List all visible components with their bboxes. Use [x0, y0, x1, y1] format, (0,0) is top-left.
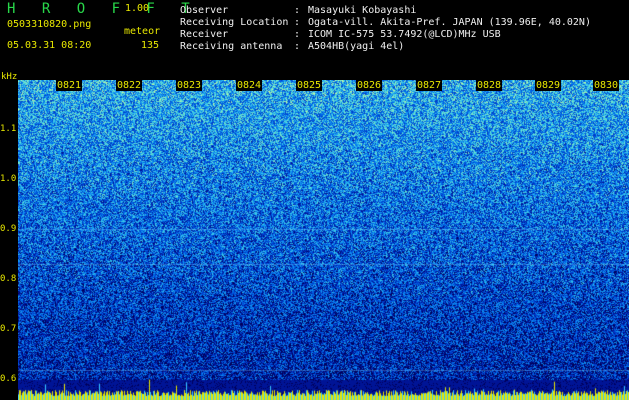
time-tick: 0822	[116, 80, 143, 91]
freq-tick: 1.1	[0, 124, 17, 134]
info-label: Receiving antenna	[180, 41, 283, 52]
info-value: ICOM IC-575 53.7492(@LCD)MHz USB	[308, 29, 501, 40]
freq-tick: 1.0	[0, 174, 17, 184]
app-title: H R O F F T	[7, 1, 199, 17]
time-tick: 0828	[476, 80, 503, 91]
time-tick: 0827	[416, 80, 443, 91]
event-count: 135	[141, 40, 160, 51]
app-version: 1.00	[125, 3, 150, 14]
info-value: Masayuki Kobayashi	[308, 5, 417, 16]
event-type: meteor	[124, 26, 161, 37]
freq-tick: 0.9	[0, 224, 17, 234]
time-tick: 0824	[236, 80, 263, 91]
file-name: 0503310820.png	[7, 19, 92, 30]
spectrogram	[18, 80, 629, 400]
time-tick: 0825	[296, 80, 323, 91]
freq-tick: 0.6	[0, 374, 17, 384]
time-tick: 0830	[593, 80, 620, 91]
time-tick: 0826	[356, 80, 383, 91]
axis-unit: kHz	[1, 72, 18, 82]
info-colon: :	[294, 17, 301, 28]
freq-tick: 0.8	[0, 274, 17, 284]
info-value: Ogata-vill. Akita-Pref. JAPAN (139.96E, …	[308, 17, 591, 28]
info-colon: :	[294, 29, 301, 40]
info-label: Receiving Location	[180, 17, 289, 28]
info-colon: :	[294, 41, 301, 52]
info-label: Observer	[180, 5, 229, 16]
time-tick: 0823	[176, 80, 203, 91]
header-panel: H R O F F T 1.00 0503310820.png 05.03.31…	[0, 0, 629, 72]
datetime: 05.03.31 08:20	[7, 40, 92, 51]
time-tick: 0829	[535, 80, 562, 91]
info-value: A504HB(yagi 4el)	[308, 41, 405, 52]
info-colon: :	[294, 5, 301, 16]
info-label: Receiver	[180, 29, 229, 40]
freq-tick: 0.7	[0, 324, 17, 334]
time-tick: 0821	[56, 80, 83, 91]
